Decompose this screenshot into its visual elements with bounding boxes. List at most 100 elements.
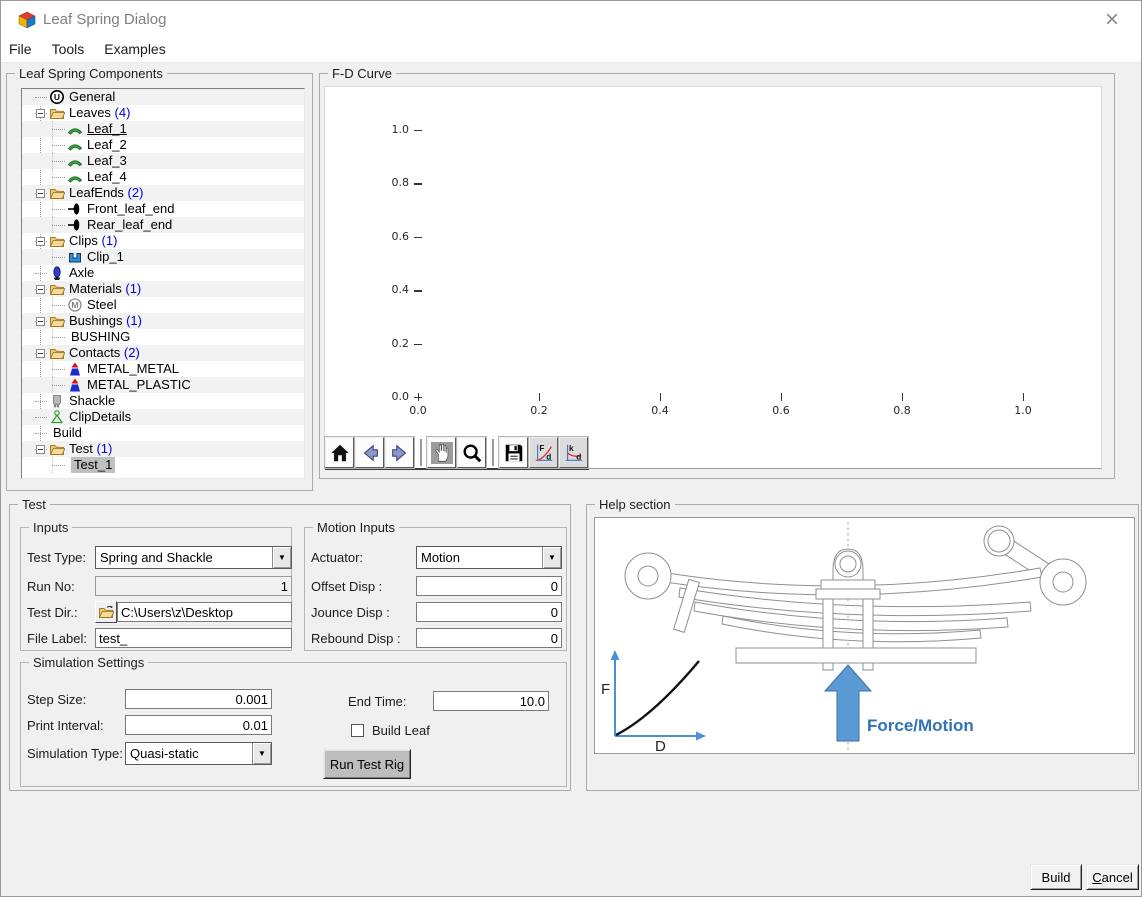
x-tick-mark bbox=[1023, 393, 1024, 401]
tree-item-clips[interactable]: Clips (1) bbox=[22, 233, 304, 249]
folder-icon bbox=[49, 345, 65, 361]
tree-item-bushings[interactable]: Bushings (1) bbox=[22, 313, 304, 329]
y-tick-label: 0.4 bbox=[371, 283, 409, 296]
tree-item-front_leaf_end[interactable]: Front_leaf_end bbox=[22, 201, 304, 217]
tree-connector-stub bbox=[52, 465, 65, 466]
tree-item-label: Test (1) bbox=[69, 441, 112, 457]
open-folder-icon bbox=[98, 604, 114, 620]
tree-connector-stub bbox=[52, 145, 65, 146]
simulation-type-select[interactable]: Quasi-static ▼ bbox=[125, 742, 272, 765]
tree-item-test_1[interactable]: Test_1 bbox=[22, 457, 304, 473]
y-tick-label: 0.0 bbox=[371, 390, 409, 403]
tree-item-leaf_1[interactable]: Leaf_1 bbox=[22, 121, 304, 137]
folder-icon bbox=[49, 441, 65, 457]
tree-item-leaf_4[interactable]: Leaf_4 bbox=[22, 169, 304, 185]
fd-curve-group-title: F-D Curve bbox=[328, 66, 396, 81]
leafend-icon bbox=[67, 217, 83, 233]
tree-item-metal_metal[interactable]: METAL_METAL bbox=[22, 361, 304, 377]
end-time-field[interactable] bbox=[433, 691, 549, 711]
tree-item-label: Contacts (2) bbox=[69, 345, 140, 361]
save-icon bbox=[503, 442, 525, 464]
test-dir-field[interactable] bbox=[117, 602, 292, 622]
tree-item-shackle[interactable]: Shackle bbox=[22, 393, 304, 409]
actuator-select[interactable]: Motion ▼ bbox=[416, 546, 562, 569]
fd-curve-group: F-D Curve 1.00.80.60.40.20.00.00.20.40.6… bbox=[319, 73, 1115, 479]
print-interval-field[interactable] bbox=[125, 715, 272, 735]
components-group-title: Leaf Spring Components bbox=[15, 66, 167, 81]
tree-item-general[interactable]: UGeneral bbox=[22, 89, 304, 105]
save-button[interactable] bbox=[499, 437, 528, 468]
test-dir-label: Test Dir.: bbox=[27, 605, 78, 620]
tree-item-materials[interactable]: Materials (1) bbox=[22, 281, 304, 297]
y-tick-label: 1.0 bbox=[371, 123, 409, 136]
kd-plot-icon: kd bbox=[563, 442, 585, 464]
svg-text:F: F bbox=[539, 444, 544, 453]
chevron-down-icon[interactable]: ▼ bbox=[252, 743, 271, 764]
menu-tools[interactable]: Tools bbox=[42, 39, 95, 61]
collapse-minus-icon[interactable] bbox=[36, 349, 45, 358]
collapse-minus-icon[interactable] bbox=[36, 237, 45, 246]
fd-plot-icon: Fd bbox=[533, 442, 555, 464]
forward-button[interactable] bbox=[385, 437, 414, 468]
close-icon[interactable]: × bbox=[1105, 6, 1119, 34]
help-group: Help section bbox=[586, 504, 1139, 791]
run-no-field bbox=[95, 576, 292, 596]
material-icon: M bbox=[67, 297, 83, 313]
browse-folder-button[interactable] bbox=[95, 601, 117, 623]
tree-connector-stub bbox=[52, 257, 65, 258]
tree-item-clip_1[interactable]: Clip_1 bbox=[22, 249, 304, 265]
zoom-icon bbox=[461, 442, 483, 464]
tree-item-rear_leaf_end[interactable]: Rear_leaf_end bbox=[22, 217, 304, 233]
build-button[interactable]: Build bbox=[1030, 864, 1082, 890]
tree-item-test[interactable]: Test (1) bbox=[22, 441, 304, 457]
offset-disp-field[interactable] bbox=[416, 576, 562, 596]
tree-item-leaf_2[interactable]: Leaf_2 bbox=[22, 137, 304, 153]
x-tick-mark bbox=[660, 393, 661, 401]
collapse-minus-icon[interactable] bbox=[36, 189, 45, 198]
x-tick-label: 0.6 bbox=[763, 404, 799, 417]
collapse-minus-icon[interactable] bbox=[36, 445, 45, 454]
pan-button[interactable] bbox=[427, 437, 456, 468]
cancel-button[interactable]: Cancel bbox=[1086, 864, 1139, 890]
tree-item-leaf_3[interactable]: Leaf_3 bbox=[22, 153, 304, 169]
zoom-button[interactable] bbox=[457, 437, 486, 468]
tree-item-axle[interactable]: Axle bbox=[22, 265, 304, 281]
file-label-field[interactable] bbox=[95, 628, 292, 648]
tree-item-contacts[interactable]: Contacts (2) bbox=[22, 345, 304, 361]
kd-plot-button[interactable]: kd bbox=[559, 437, 588, 468]
step-size-field[interactable] bbox=[125, 689, 272, 709]
tree-item-label: Leaf_1 bbox=[87, 121, 127, 137]
y-tick-label: 0.6 bbox=[371, 230, 409, 243]
chevron-down-icon[interactable]: ▼ bbox=[542, 547, 561, 568]
build-leaf-checkbox[interactable] bbox=[351, 724, 364, 737]
fd-plot-button[interactable]: Fd bbox=[529, 437, 558, 468]
collapse-minus-icon[interactable] bbox=[36, 285, 45, 294]
tree-item-steel[interactable]: MSteel bbox=[22, 297, 304, 313]
title-bar: Leaf Spring Dialog × bbox=[1, 1, 1141, 39]
menu-examples[interactable]: Examples bbox=[94, 39, 175, 61]
test-type-select[interactable]: Spring and Shackle ▼ bbox=[95, 546, 292, 569]
run-test-rig-button[interactable]: Run Test Rig bbox=[323, 749, 411, 779]
x-tick-label: 0.0 bbox=[400, 404, 436, 417]
toolbar-separator bbox=[492, 439, 494, 466]
tree-item-label: Leaf_3 bbox=[87, 153, 127, 169]
app-cube-icon bbox=[18, 11, 36, 29]
tree-item-build[interactable]: Build bbox=[22, 425, 304, 441]
tree-item-clipdetails[interactable]: ClipDetails bbox=[22, 409, 304, 425]
tree-item-label: General bbox=[69, 89, 115, 105]
test-type-label: Test Type: bbox=[27, 550, 86, 565]
back-button[interactable] bbox=[355, 437, 384, 468]
chevron-down-icon[interactable]: ▼ bbox=[272, 547, 291, 568]
rebound-disp-field[interactable] bbox=[416, 628, 562, 648]
collapse-minus-icon[interactable] bbox=[36, 317, 45, 326]
menu-file[interactable]: File bbox=[1, 39, 42, 61]
tree-item-leaves[interactable]: Leaves (4) bbox=[22, 105, 304, 121]
tree-item-metal_plastic[interactable]: METAL_PLASTIC bbox=[22, 377, 304, 393]
tree-item-bushing[interactable]: BUSHING bbox=[22, 329, 304, 345]
tree-item-leafends[interactable]: LeafEnds (2) bbox=[22, 185, 304, 201]
collapse-minus-icon[interactable] bbox=[36, 109, 45, 118]
leaf-icon bbox=[67, 169, 83, 185]
jounce-disp-field[interactable] bbox=[416, 602, 562, 622]
folder-icon bbox=[49, 185, 65, 201]
home-button[interactable] bbox=[325, 437, 354, 468]
